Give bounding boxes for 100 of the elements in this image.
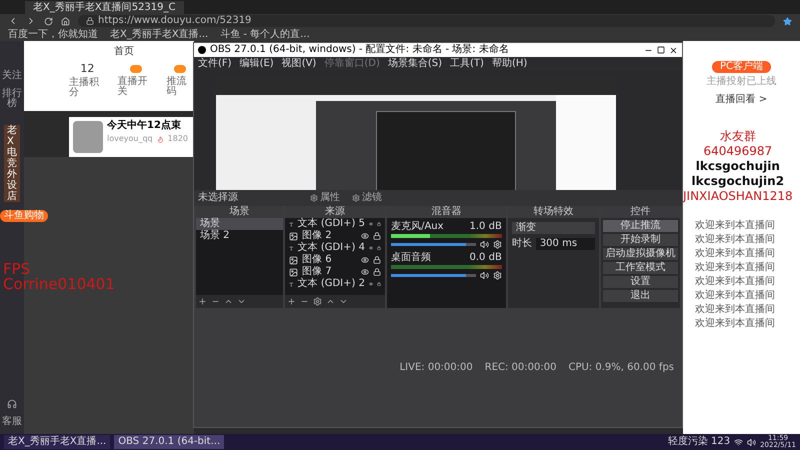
- status-text: REC: 00:00:00: [484, 362, 556, 372]
- channel-name: 桌面音频: [391, 253, 432, 263]
- scene-item[interactable]: 场景 2: [196, 230, 284, 242]
- lock-icon[interactable]: [377, 280, 382, 288]
- channel-reading: 0.0 dB: [470, 253, 502, 263]
- browser-tab[interactable]: 老X_秀丽手老X直播间52319_C: [25, 1, 184, 14]
- overlay-text: lkcsgochujin2: [692, 175, 784, 187]
- overlay-text: JINXIAOSHAN1218: [683, 190, 793, 202]
- speaker-icon[interactable]: [747, 438, 756, 446]
- chat-message: 欢迎来到本直播间: [694, 263, 775, 273]
- move-down-icon[interactable]: [237, 297, 246, 306]
- menu-item[interactable]: 帮助(H): [492, 59, 528, 69]
- taskbar-app[interactable]: OBS 27.0.1 (64-bit...: [114, 435, 224, 449]
- stat-label: 主播积分: [69, 78, 100, 98]
- chat-message: 欢迎来到本直播间: [694, 305, 775, 315]
- menu-item[interactable]: 文件(F): [198, 59, 232, 69]
- control-button[interactable]: 开始录制: [602, 234, 678, 246]
- bookmark-link[interactable]: 斗鱼 - 每个人的直...: [220, 30, 310, 40]
- window-title: OBS 27.0.1 (64-bit, windows) - 配置文件: 未命名 - 场景: 未命名: [210, 45, 510, 55]
- taskbar-app[interactable]: 老X_秀丽手老X直播...: [4, 435, 110, 449]
- chat-message: 欢迎来到本直播间: [694, 249, 775, 259]
- duration-label: 时长: [512, 239, 532, 249]
- sidebar-link[interactable]: 关注: [2, 71, 22, 81]
- source-item[interactable]: 文本 (GDI+) 4: [298, 243, 365, 253]
- replay-link[interactable]: 直播回看 >: [716, 95, 768, 105]
- dock-title: 转场特效: [508, 206, 599, 218]
- bookmark-link[interactable]: 百度一下，你就知道: [8, 30, 98, 40]
- favorite-star-icon[interactable]: [783, 16, 792, 26]
- source-item[interactable]: 文本 (GDI+) 5: [298, 219, 365, 229]
- text-source-icon: [289, 280, 294, 288]
- sidebar-link[interactable]: 排行榜: [2, 89, 22, 109]
- network-icon[interactable]: [734, 438, 744, 446]
- control-button[interactable]: 退出: [602, 290, 678, 302]
- dock-title: 场景: [196, 206, 284, 218]
- gear-icon: [310, 194, 318, 202]
- weather-text[interactable]: 轻度污染 123: [668, 437, 730, 447]
- dock-title: 控件: [600, 206, 680, 218]
- move-up-icon[interactable]: [224, 297, 233, 306]
- app-logo-icon: [198, 46, 206, 54]
- lock-icon[interactable]: [377, 244, 382, 252]
- control-button[interactable]: 停止推流: [602, 220, 678, 232]
- sidebar-link[interactable]: 客服: [2, 417, 22, 427]
- add-icon[interactable]: [198, 297, 207, 306]
- control-button[interactable]: 工作室模式: [602, 262, 678, 274]
- overlay-text: 水友群: [720, 130, 756, 142]
- speaker-icon[interactable]: [480, 271, 489, 280]
- home-icon[interactable]: [61, 16, 70, 26]
- visibility-icon[interactable]: [361, 232, 370, 240]
- menu-item[interactable]: 视图(V): [282, 59, 316, 69]
- menu-item[interactable]: 编辑(E): [240, 59, 274, 69]
- headset-icon[interactable]: [7, 399, 17, 409]
- source-item[interactable]: 图像 6: [302, 255, 358, 265]
- settings-icon[interactable]: [313, 297, 322, 306]
- chat-message: 欢迎来到本直播间: [694, 277, 775, 287]
- toolbar-button[interactable]: 滤镜: [352, 193, 382, 203]
- scene-item[interactable]: 场景: [196, 218, 284, 230]
- status-text: CPU: 0.9%, 60.00 fps: [568, 362, 674, 372]
- flame-icon: [156, 136, 164, 142]
- lock-icon[interactable]: [373, 256, 382, 264]
- bookmark-link[interactable]: 老X_秀丽手老X直播...: [110, 30, 208, 40]
- chat-message: 欢迎来到本直播间: [694, 221, 775, 231]
- menu-item[interactable]: 场景集合(S): [388, 59, 442, 69]
- duration-field[interactable]: 300 ms: [536, 238, 595, 250]
- toolbar-button[interactable]: 属性: [310, 193, 340, 203]
- visibility-icon[interactable]: [361, 268, 370, 276]
- image-source-icon: [289, 232, 298, 240]
- gear-icon: [352, 194, 360, 202]
- control-button[interactable]: 启动虚拟摄像机: [602, 248, 678, 260]
- menu-item[interactable]: 工具(T): [450, 59, 484, 69]
- lock-icon[interactable]: [377, 220, 382, 228]
- source-item[interactable]: 图像 7: [302, 267, 358, 277]
- dock-title: 混音器: [387, 206, 506, 218]
- control-button[interactable]: 设置: [602, 276, 678, 288]
- lock-icon[interactable]: [373, 232, 382, 240]
- status-text: LIVE: 00:00:00: [400, 362, 473, 372]
- channel-reading: 1.0 dB: [470, 222, 502, 232]
- overlay-text: Corrine010401: [3, 277, 115, 292]
- text-source-icon: [289, 244, 294, 252]
- close-icon[interactable]: [669, 46, 678, 54]
- shop-banner[interactable]: 老X电竞外设店: [4, 125, 20, 202]
- photo-placeholder: [73, 121, 103, 153]
- address-bar[interactable]: https://www.douyu.com/52319: [78, 15, 775, 27]
- refresh-icon[interactable]: [44, 16, 53, 26]
- nav-link[interactable]: 首页: [114, 47, 134, 57]
- source-item[interactable]: 文本 (GDI+) 2: [298, 279, 365, 289]
- selected-source-label: 未选择源: [198, 193, 239, 203]
- overlay-text: FPS: [3, 262, 30, 277]
- stat-label: 推流码: [166, 77, 188, 97]
- visibility-icon[interactable]: [361, 256, 370, 264]
- move-down-icon[interactable]: [339, 297, 348, 306]
- image-source-icon: [289, 256, 298, 264]
- add-icon[interactable]: [287, 297, 296, 306]
- client-note: 主播投射已上线: [706, 77, 776, 87]
- move-up-icon[interactable]: [326, 297, 336, 306]
- maximize-icon[interactable]: [657, 46, 665, 54]
- lock-icon[interactable]: [373, 268, 382, 276]
- transition-select[interactable]: 渐变: [512, 222, 595, 234]
- source-item[interactable]: 图像 2: [302, 231, 358, 241]
- overlay-text: lkcsgochujin: [696, 160, 780, 172]
- speaker-icon[interactable]: [480, 240, 489, 249]
